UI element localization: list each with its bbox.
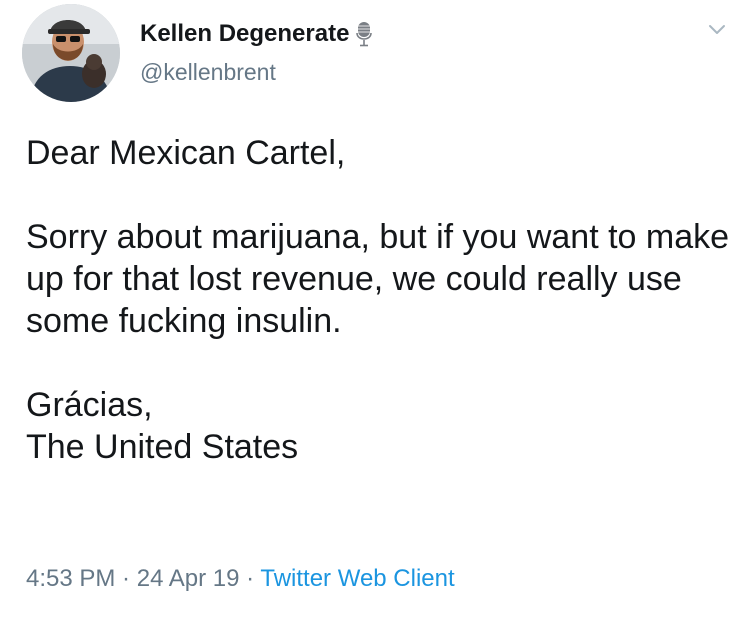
tweet-text-line: Sorry about marijuana, but if you want t… [26, 218, 730, 340]
tweet-client-link[interactable]: Twitter Web Client [260, 565, 454, 592]
meta-separator: · [239, 565, 261, 592]
tweet-date[interactable]: 24 Apr 19 [137, 565, 240, 592]
author-handle[interactable]: @kellenbrent [140, 58, 276, 86]
tweet-card: Kellen Degenerate @kellenbrent Dear Mexi… [0, 0, 750, 621]
display-name[interactable]: Kellen Degenerate [140, 20, 349, 48]
meta-separator: · [115, 565, 137, 592]
tweet-text-line: The United States [26, 428, 299, 466]
tweet-text-line: Dear Mexican Cartel, [26, 134, 346, 172]
tweet-meta: 4:53 PM · 24 Apr 19 · Twitter Web Client [26, 563, 455, 595]
tweet-time[interactable]: 4:53 PM [26, 565, 115, 592]
tweet-text-line: Grácias, [26, 386, 153, 424]
avatar-photo [22, 4, 120, 102]
microphone-icon [355, 21, 373, 47]
author-row: Kellen Degenerate [140, 20, 373, 48]
tweet-text: Dear Mexican Cartel, Sorry about marijua… [26, 132, 736, 468]
chevron-down-icon[interactable] [706, 18, 728, 40]
avatar[interactable] [22, 4, 120, 102]
